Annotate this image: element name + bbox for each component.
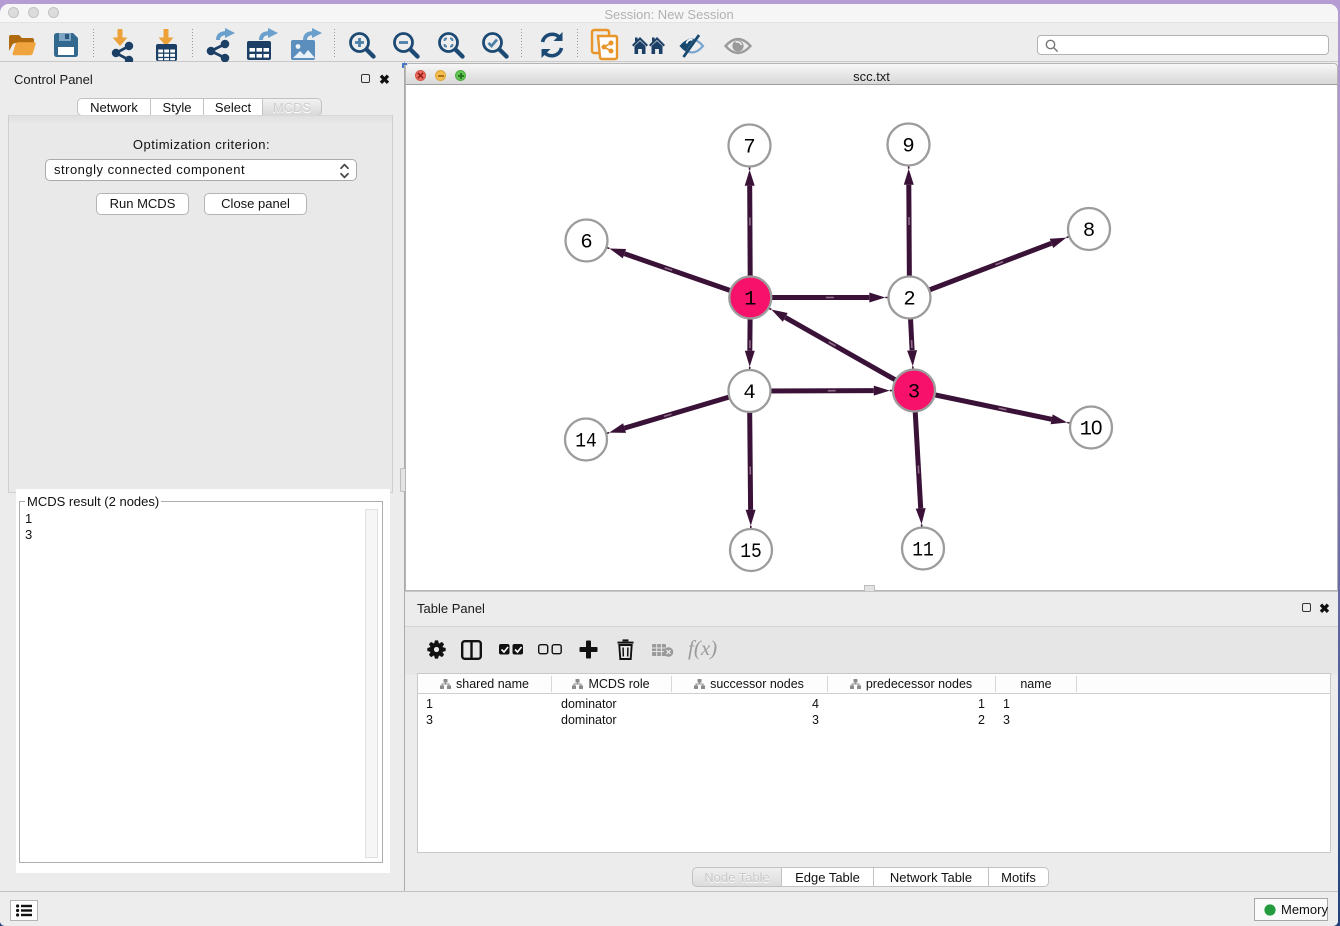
svg-text:15: 15	[740, 541, 762, 564]
svg-text:2: 2	[903, 289, 915, 312]
svg-text:10: 10	[1080, 417, 1103, 442]
svg-text:1: 1	[744, 289, 756, 312]
svg-text:8: 8	[1083, 220, 1095, 243]
svg-text:6: 6	[580, 232, 592, 255]
svg-text:9: 9	[902, 136, 914, 159]
svg-text:4: 4	[743, 382, 755, 405]
svg-text:3: 3	[908, 382, 920, 405]
svg-text:14: 14	[575, 431, 597, 454]
svg-text:11: 11	[912, 540, 934, 563]
svg-text:7: 7	[743, 137, 755, 160]
